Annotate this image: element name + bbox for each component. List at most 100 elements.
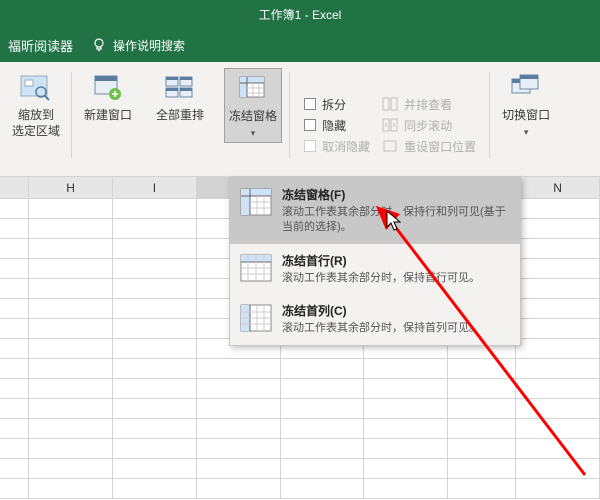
cell[interactable] <box>29 219 113 238</box>
cell[interactable] <box>0 479 29 498</box>
cell[interactable] <box>197 439 281 458</box>
cell[interactable] <box>516 459 600 478</box>
col-header[interactable]: N <box>516 177 600 198</box>
arrange-all-button[interactable]: 全部重排 <box>152 68 208 126</box>
cell[interactable] <box>113 379 197 398</box>
cell[interactable] <box>516 479 600 498</box>
tell-me-search[interactable]: 操作说明搜索 <box>91 37 185 54</box>
cell[interactable] <box>113 319 197 338</box>
cell[interactable] <box>364 479 448 498</box>
cell[interactable] <box>29 379 113 398</box>
cell[interactable] <box>0 319 29 338</box>
cell[interactable] <box>516 199 600 218</box>
freeze-panes-button[interactable]: 冻结窗格▾ <box>224 68 282 143</box>
cell[interactable] <box>448 359 516 378</box>
cell[interactable] <box>113 219 197 238</box>
cell[interactable] <box>0 419 29 438</box>
cell[interactable] <box>516 399 600 418</box>
cell[interactable] <box>29 199 113 218</box>
cell[interactable] <box>197 419 281 438</box>
cell[interactable] <box>448 419 516 438</box>
new-window-button[interactable]: 新建窗口 <box>80 68 136 126</box>
cell[interactable] <box>448 399 516 418</box>
cell[interactable] <box>29 299 113 318</box>
cell[interactable] <box>29 359 113 378</box>
cell[interactable] <box>516 239 600 258</box>
cell[interactable] <box>0 339 29 358</box>
cell[interactable] <box>516 359 600 378</box>
cell[interactable] <box>113 359 197 378</box>
cell[interactable] <box>364 459 448 478</box>
cell[interactable] <box>29 319 113 338</box>
cell[interactable] <box>29 419 113 438</box>
cell[interactable] <box>364 419 448 438</box>
cell[interactable] <box>29 479 113 498</box>
cell[interactable] <box>516 299 600 318</box>
cell[interactable] <box>364 399 448 418</box>
dropdown-item-freeze-first-col[interactable]: 冻结首列(C) 滚动工作表其余部分时，保持首列可见。 <box>230 294 520 344</box>
cell[interactable] <box>516 379 600 398</box>
cell[interactable] <box>113 199 197 218</box>
cell[interactable] <box>29 239 113 258</box>
cell[interactable] <box>281 399 365 418</box>
cell[interactable] <box>0 379 29 398</box>
cell[interactable] <box>29 399 113 418</box>
cell[interactable] <box>197 479 281 498</box>
cell[interactable] <box>281 479 365 498</box>
cell[interactable] <box>516 279 600 298</box>
col-header-partial[interactable] <box>0 177 29 198</box>
cell[interactable] <box>0 219 29 238</box>
col-header[interactable]: H <box>29 177 113 198</box>
cell[interactable] <box>29 259 113 278</box>
cell[interactable] <box>29 439 113 458</box>
split-option[interactable]: 拆分 <box>304 96 370 113</box>
cell[interactable] <box>516 319 600 338</box>
cell[interactable] <box>29 459 113 478</box>
cell[interactable] <box>364 379 448 398</box>
cell[interactable] <box>281 439 365 458</box>
cell[interactable] <box>516 219 600 238</box>
cell[interactable] <box>516 439 600 458</box>
cell[interactable] <box>113 419 197 438</box>
cell[interactable] <box>448 379 516 398</box>
cell[interactable] <box>113 339 197 358</box>
cell[interactable] <box>364 439 448 458</box>
switch-window-button[interactable]: 切换窗口▾ <box>498 68 554 141</box>
cell[interactable] <box>0 239 29 258</box>
zoom-to-selection-button[interactable]: 缩放到 选定区域 <box>8 68 64 141</box>
cell[interactable] <box>281 459 365 478</box>
cell[interactable] <box>516 339 600 358</box>
cell[interactable] <box>197 399 281 418</box>
cell[interactable] <box>516 419 600 438</box>
cell[interactable] <box>0 299 29 318</box>
cell[interactable] <box>0 439 29 458</box>
cell[interactable] <box>113 439 197 458</box>
cell[interactable] <box>281 379 365 398</box>
cell[interactable] <box>29 279 113 298</box>
hide-option[interactable]: 隐藏 <box>304 117 370 134</box>
cell[interactable] <box>0 359 29 378</box>
dropdown-item-freeze-panes[interactable]: 冻结窗格(F) 滚动工作表其余部分时，保持行和列可见(基于当前的选择)。 <box>230 178 520 244</box>
cell[interactable] <box>29 339 113 358</box>
cell[interactable] <box>113 259 197 278</box>
cell[interactable] <box>197 359 281 378</box>
cell[interactable] <box>113 279 197 298</box>
cell[interactable] <box>197 459 281 478</box>
cell[interactable] <box>113 299 197 318</box>
cell[interactable] <box>113 459 197 478</box>
cell[interactable] <box>448 479 516 498</box>
col-header[interactable]: I <box>113 177 197 198</box>
cell[interactable] <box>113 399 197 418</box>
tab-foxit-reader[interactable]: 福昕阅读器 <box>8 36 73 55</box>
dropdown-item-freeze-top-row[interactable]: 冻结首行(R) 滚动工作表其余部分时，保持首行可见。 <box>230 244 520 294</box>
cell[interactable] <box>516 259 600 278</box>
cell[interactable] <box>281 419 365 438</box>
cell[interactable] <box>0 279 29 298</box>
cell[interactable] <box>113 239 197 258</box>
cell[interactable] <box>281 359 365 378</box>
cell[interactable] <box>448 459 516 478</box>
cell[interactable] <box>364 359 448 378</box>
cell[interactable] <box>0 459 29 478</box>
cell[interactable] <box>0 259 29 278</box>
cell[interactable] <box>0 199 29 218</box>
